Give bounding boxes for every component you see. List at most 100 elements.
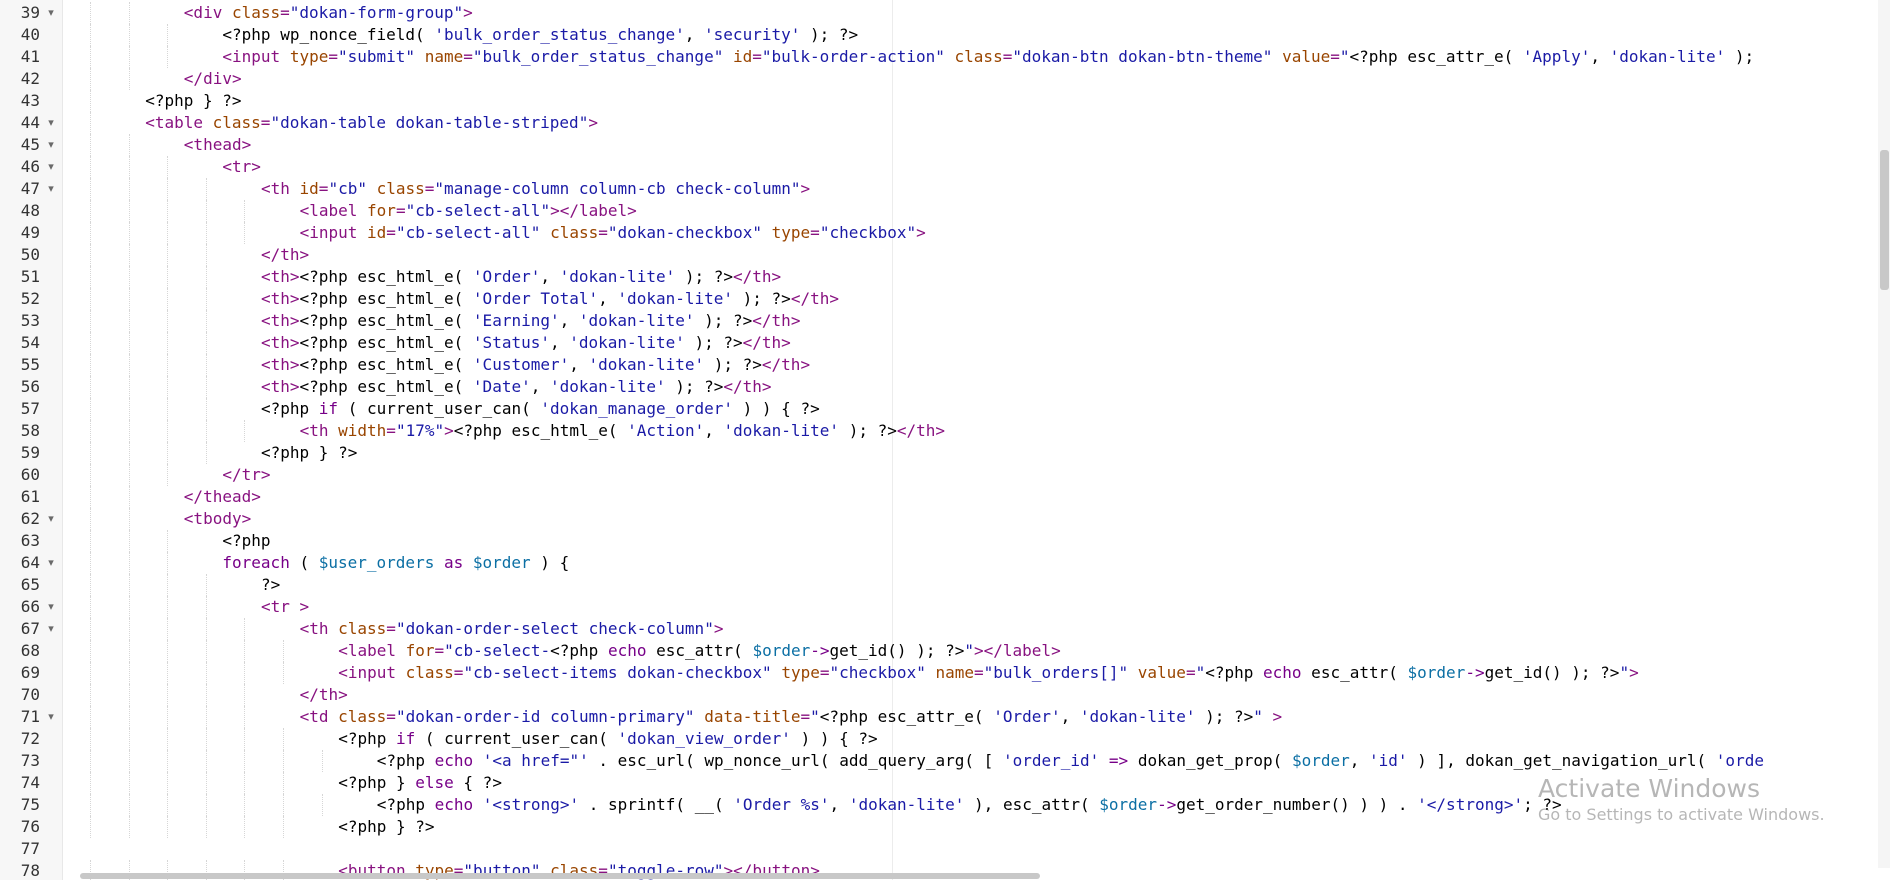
code-text[interactable]: <?php echo '<strong>' . sprintf( __( 'Or… [377, 794, 1562, 816]
indent-guide [244, 200, 246, 222]
code-token: = [974, 663, 984, 682]
code-line[interactable]: 48 <label for="cb-select-all"></label> [0, 200, 1884, 222]
code-line[interactable]: 47 ▾ <th id="cb" class="manage-column colu… [0, 178, 1884, 200]
code-line[interactable]: 66 ▾ <tr > [0, 596, 1884, 618]
code-line[interactable]: 44 ▾ <table class="dokan-table dokan-table… [0, 112, 1884, 134]
code-text[interactable]: <th><?php esc_html_e( 'Earning', 'dokan-… [261, 310, 800, 332]
code-line[interactable]: 53 <th><?php esc_html_e( 'Earning', 'doka… [0, 310, 1884, 332]
code-line[interactable]: 73 <?php echo '<a href="' . esc_url( wp_n… [0, 750, 1884, 772]
code-line[interactable]: 52 <th><?php esc_html_e( 'Order Total', '… [0, 288, 1884, 310]
code-text[interactable]: <input id="cb-select-all" class="dokan-c… [300, 222, 926, 244]
code-text[interactable]: <?php wp_nonce_field( 'bulk_order_status… [222, 24, 858, 46]
code-text[interactable]: <?php } ?> [338, 816, 434, 838]
code-text[interactable]: <?php } ?> [145, 90, 241, 112]
code-line[interactable]: 75 <?php echo '<strong>' . sprintf( __( '… [0, 794, 1884, 816]
code-text[interactable]: <label for="cb-select-<?php echo esc_att… [338, 640, 1061, 662]
code-line[interactable]: 45 ▾ <thead> [0, 134, 1884, 156]
code-text[interactable]: <thead> [184, 134, 251, 156]
code-line[interactable]: 63 <?php [0, 530, 1884, 552]
code-text[interactable]: <input class="cb-select-items dokan-chec… [338, 662, 1639, 684]
code-line[interactable]: 70 </th> [0, 684, 1884, 706]
fold-arrow-icon[interactable]: ▾ [44, 134, 58, 156]
code-line[interactable]: 69 <input class="cb-select-items dokan-ch… [0, 662, 1884, 684]
fold-arrow-icon[interactable]: ▾ [44, 596, 58, 618]
code-text[interactable]: </tr> [222, 464, 270, 486]
code-text[interactable]: </th> [261, 244, 309, 266]
indent-guide [167, 310, 169, 332]
code-line[interactable]: 58 <th width="17%"><?php esc_html_e( 'Act… [0, 420, 1884, 442]
horizontal-scrollbar-thumb[interactable] [80, 873, 1040, 879]
fold-arrow-icon[interactable]: ▾ [44, 156, 58, 178]
code-text[interactable]: <div class="dokan-form-group"> [184, 2, 473, 24]
code-text[interactable]: </div> [184, 68, 242, 90]
code-line[interactable]: 43 <?php } ?> [0, 90, 1884, 112]
code-text[interactable]: <?php [222, 530, 270, 552]
fold-arrow-icon[interactable]: ▾ [44, 2, 58, 24]
code-line[interactable]: 46 ▾ <tr> [0, 156, 1884, 178]
code-text[interactable]: <tr> [222, 156, 261, 178]
code-token: ; ?> [1523, 795, 1562, 814]
code-line[interactable]: 51 <th><?php esc_html_e( 'Order', 'dokan-… [0, 266, 1884, 288]
code-line[interactable]: 76 <?php } ?> [0, 816, 1884, 838]
code-text[interactable]: <?php } else { ?> [338, 772, 502, 794]
code-text[interactable]: <label for="cb-select-all"></label> [300, 200, 637, 222]
code-token: ( [289, 553, 319, 572]
fold-arrow-icon[interactable]: ▾ [44, 706, 58, 728]
code-line[interactable]: 74 <?php } else { ?> [0, 772, 1884, 794]
code-text[interactable]: <table class="dokan-table dokan-table-st… [145, 112, 598, 134]
code-line[interactable]: 42 </div> [0, 68, 1884, 90]
fold-arrow-icon[interactable]: ▾ [44, 552, 58, 574]
code-lines[interactable]: 39 ▾ <div class="dokan-form-group"> 40 <?php… [0, 2, 1884, 880]
fold-arrow-icon[interactable]: ▾ [44, 178, 58, 200]
code-text[interactable]: <?php } ?> [261, 442, 357, 464]
code-text[interactable]: <th><?php esc_html_e( 'Order', 'dokan-li… [261, 266, 781, 288]
code-line[interactable]: 65 ?> [0, 574, 1884, 596]
code-line[interactable]: 49 <input id="cb-select-all" class="dokan… [0, 222, 1884, 244]
code-line[interactable]: 41 <input type="submit" name="bulk_order_… [0, 46, 1884, 68]
code-line[interactable]: 40 <?php wp_nonce_field( 'bulk_order_stat… [0, 24, 1884, 46]
code-text[interactable]: </thead> [184, 486, 261, 508]
code-line[interactable]: 67 ▾ <th class="dokan-order-select check-c… [0, 618, 1884, 640]
code-line[interactable]: 60 </tr> [0, 464, 1884, 486]
code-token: , [684, 25, 705, 44]
line-number: 70 [20, 685, 40, 704]
code-text[interactable]: <th class="dokan-order-select check-colu… [300, 618, 724, 640]
code-text[interactable]: <th id="cb" class="manage-column column-… [261, 178, 810, 200]
code-line[interactable]: 39 ▾ <div class="dokan-form-group"> [0, 2, 1884, 24]
code-line[interactable]: 59 <?php } ?> [0, 442, 1884, 464]
code-line[interactable]: 50 </th> [0, 244, 1884, 266]
code-line[interactable]: 61 </thead> [0, 486, 1884, 508]
vertical-scrollbar-thumb[interactable] [1880, 150, 1889, 290]
code-line[interactable]: 71 ▾ <td class="dokan-order-id column-prim… [0, 706, 1884, 728]
vertical-scrollbar[interactable] [1878, 0, 1890, 868]
code-line[interactable]: 64 ▾ foreach ( $user_orders as $order ) { [0, 552, 1884, 574]
code-text[interactable]: </th> [300, 684, 348, 706]
code-text[interactable]: <td class="dokan-order-id column-primary… [300, 706, 1283, 728]
code-text[interactable]: <th><?php esc_html_e( 'Date', 'dokan-lit… [261, 376, 772, 398]
code-line[interactable]: 62 ▾ <tbody> [0, 508, 1884, 530]
code-line[interactable]: 57 <?php if ( current_user_can( 'dokan_ma… [0, 398, 1884, 420]
code-line[interactable]: 56 <th><?php esc_html_e( 'Date', 'dokan-l… [0, 376, 1884, 398]
fold-arrow-icon[interactable]: ▾ [44, 618, 58, 640]
code-line[interactable]: 72 <?php if ( current_user_can( 'dokan_vi… [0, 728, 1884, 750]
code-text[interactable]: <tbody> [184, 508, 251, 530]
code-text[interactable]: foreach ( $user_orders as $order ) { [222, 552, 569, 574]
code-text[interactable]: <th><?php esc_html_e( 'Order Total', 'do… [261, 288, 839, 310]
code-text[interactable]: <?php if ( current_user_can( 'dokan_mana… [261, 398, 820, 420]
code-text[interactable]: <th width="17%"><?php esc_html_e( 'Actio… [300, 420, 945, 442]
code-text[interactable]: <tr > [261, 596, 309, 618]
code-text[interactable]: <th><?php esc_html_e( 'Customer', 'dokan… [261, 354, 810, 376]
indent-guide [205, 794, 207, 816]
code-line[interactable]: 54 <th><?php esc_html_e( 'Status', 'dokan… [0, 332, 1884, 354]
code-text[interactable]: <?php echo '<a href="' . esc_url( wp_non… [377, 750, 1764, 772]
code-text[interactable]: <?php if ( current_user_can( 'dokan_view… [338, 728, 877, 750]
fold-arrow-icon[interactable]: ▾ [44, 112, 58, 134]
code-text[interactable]: ?> [261, 574, 280, 596]
code-line[interactable]: 68 <label for="cb-select-<?php echo esc_a… [0, 640, 1884, 662]
code-line[interactable]: 77 [0, 838, 1884, 860]
fold-arrow-icon[interactable]: ▾ [44, 508, 58, 530]
code-line[interactable]: 55 <th><?php esc_html_e( 'Customer', 'dok… [0, 354, 1884, 376]
code-editor[interactable]: 39 ▾ <div class="dokan-form-group"> 40 <?php… [0, 0, 1890, 880]
code-text[interactable]: <th><?php esc_html_e( 'Status', 'dokan-l… [261, 332, 791, 354]
code-text[interactable]: <input type="submit" name="bulk_order_st… [222, 46, 1754, 68]
